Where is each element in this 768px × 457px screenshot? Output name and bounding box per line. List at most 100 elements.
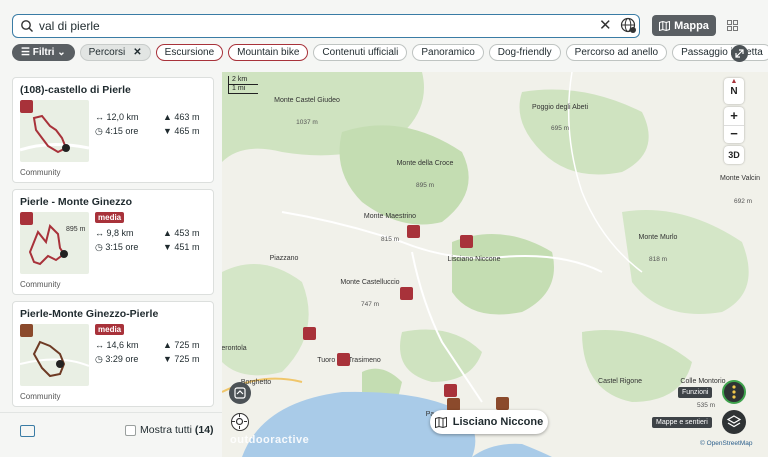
map-icon xyxy=(659,20,671,31)
show-all-checkbox[interactable] xyxy=(125,425,136,436)
functions-tooltip: Funzioni xyxy=(678,387,713,398)
map-label-elev: 692 m xyxy=(733,198,753,205)
location-pill-button[interactable]: Lisciano Niccone xyxy=(430,410,548,434)
map-terrain xyxy=(222,72,768,457)
map-label: Monte della Croce xyxy=(396,160,454,167)
map-view-button[interactable]: Mappa xyxy=(652,15,716,36)
map-label-elev: 818 m xyxy=(648,256,668,263)
filter-icon: ☰ xyxy=(21,47,33,58)
map-label: Castel Rigone xyxy=(598,378,642,385)
map-label: Monte Maestrino xyxy=(363,213,417,220)
3d-button[interactable]: 3D xyxy=(724,146,744,164)
chip-passaggio-in-vetta[interactable]: Passaggio in vetta xyxy=(672,44,768,61)
difficulty-badge: media xyxy=(95,324,125,335)
hiking-marker-icon[interactable] xyxy=(337,353,350,366)
functions-button[interactable] xyxy=(722,380,746,404)
search-input[interactable]: val di pierle xyxy=(39,19,100,33)
map-label-elev: 815 m xyxy=(380,236,400,243)
filters-button[interactable]: ☰ Filtri ⌄ xyxy=(12,44,75,61)
map-label-elev: 747 m xyxy=(360,301,380,308)
map-label: Monte Castel Giudeo xyxy=(274,97,340,104)
distance-icon: ↔ xyxy=(95,228,107,238)
clock-icon: ◷ xyxy=(95,126,106,136)
ascent-icon: ▲ xyxy=(163,340,175,350)
map-label: Monte Valcin xyxy=(720,175,760,182)
map-label: erontola xyxy=(222,345,247,352)
tour-planner-button[interactable] xyxy=(229,382,251,404)
map-label-elev: 535 m xyxy=(696,402,716,409)
layers-button[interactable] xyxy=(722,410,746,434)
zoom-out-button[interactable]: − xyxy=(724,125,744,143)
zoom-in-button[interactable]: + xyxy=(724,107,744,125)
chip-escursione[interactable]: Escursione xyxy=(155,44,224,61)
map-label: Piazzano xyxy=(269,255,299,262)
route-plan-icon xyxy=(234,387,246,399)
map-label: Monte Murlo xyxy=(638,234,678,241)
clear-icon[interactable]: ✕ xyxy=(599,18,612,34)
bike-icon xyxy=(20,324,33,337)
bike-marker-icon[interactable] xyxy=(496,397,509,410)
source-label: Community xyxy=(20,280,61,289)
map-label: Lisciano Niccone xyxy=(447,256,501,263)
route-thumbnail xyxy=(20,324,89,386)
zoom-controls: + − xyxy=(724,107,744,143)
map-attribution[interactable]: © OpenStreetMap xyxy=(700,440,752,447)
map-icon xyxy=(434,416,447,428)
hiking-marker-icon[interactable] xyxy=(444,384,457,397)
hiking-marker-icon[interactable] xyxy=(303,327,316,340)
brand-logo: outdooractive xyxy=(230,434,310,446)
map-label: Monte Castelluccio xyxy=(340,279,400,286)
result-card[interactable]: Pierle-Monte Ginezzo-Pierle media ↔ 14,6… xyxy=(12,301,214,407)
hiking-icon xyxy=(20,100,33,113)
route-thumbnail: 895 m xyxy=(20,212,89,274)
map-scale: 2 km 1 mi xyxy=(228,76,258,94)
grid-icon xyxy=(726,20,738,31)
map-label-elev: 895 m xyxy=(415,182,435,189)
list-footer: Mostra tutti (14) xyxy=(0,412,222,457)
show-all-label: Mostra tutti (14) xyxy=(140,424,214,436)
map-label: Colle Montorio xyxy=(680,378,726,385)
map-canvas[interactable]: 2 km 1 mi Monte Castel Giudeo 1037 m Pog… xyxy=(222,72,768,457)
clock-icon: ◷ xyxy=(95,354,106,364)
result-card[interactable]: (108)-castello di Pierle ↔ 12,0 km ◷ 4:1… xyxy=(12,77,214,183)
locate-me-button[interactable] xyxy=(231,413,249,431)
layers-tooltip: Mappe e sentieri xyxy=(652,417,712,428)
hiking-marker-icon[interactable] xyxy=(460,235,473,248)
descent-icon: ▼ xyxy=(163,354,175,364)
map-label: Poggio degli Abeti xyxy=(531,104,589,111)
chip-contenuti-ufficiali[interactable]: Contenuti ufficiali xyxy=(313,44,408,61)
result-title: Pierle-Monte Ginezzo-Pierle xyxy=(20,308,159,320)
difficulty-badge: media xyxy=(95,212,125,223)
chevron-down-icon: ⌄ xyxy=(54,47,66,58)
chip-percorso-ad-anello[interactable]: Percorso ad anello xyxy=(565,44,668,61)
chip-mountain-bike[interactable]: Mountain bike xyxy=(228,44,309,61)
globe-location-icon[interactable] xyxy=(620,17,637,34)
hiking-marker-icon[interactable] xyxy=(400,287,413,300)
map-label-elev: 695 m xyxy=(550,125,570,132)
result-title: (108)-castello di Pierle xyxy=(20,84,131,96)
sidebar-toggle-icon[interactable] xyxy=(20,425,35,437)
more-vertical-icon xyxy=(732,385,736,399)
route-thumbnail xyxy=(20,100,89,162)
result-card[interactable]: Pierle - Monte Ginezzo 895 m media ↔ 9,8… xyxy=(12,189,214,295)
result-title: Pierle - Monte Ginezzo xyxy=(20,196,133,208)
expand-button[interactable] xyxy=(731,45,748,62)
map-view-label: Mappa xyxy=(674,19,709,32)
distance-icon: ↔ xyxy=(95,112,107,122)
filter-chips: ☰ Filtri ⌄ Percorsi ✕ Escursione Mountain… xyxy=(12,44,768,61)
list-view-button[interactable] xyxy=(718,15,746,36)
descent-icon: ▼ xyxy=(163,242,175,252)
chip-panoramico[interactable]: Panoramico xyxy=(412,44,484,61)
ascent-icon: ▲ xyxy=(163,228,175,238)
hiking-marker-icon[interactable] xyxy=(407,225,420,238)
chip-dog-friendly[interactable]: Dog-friendly xyxy=(488,44,561,61)
crosshair-icon xyxy=(232,414,247,429)
layers-icon xyxy=(726,415,742,428)
search-icon xyxy=(21,20,33,32)
distance-icon: ↔ xyxy=(95,340,107,350)
compass-button[interactable]: ▲ N xyxy=(724,78,744,104)
search-bar[interactable]: val di pierle ✕ xyxy=(12,14,640,38)
descent-icon: ▼ xyxy=(163,126,175,136)
remove-filter-icon[interactable]: ✕ xyxy=(133,47,141,58)
active-filter-chip[interactable]: Percorsi ✕ xyxy=(79,44,151,61)
